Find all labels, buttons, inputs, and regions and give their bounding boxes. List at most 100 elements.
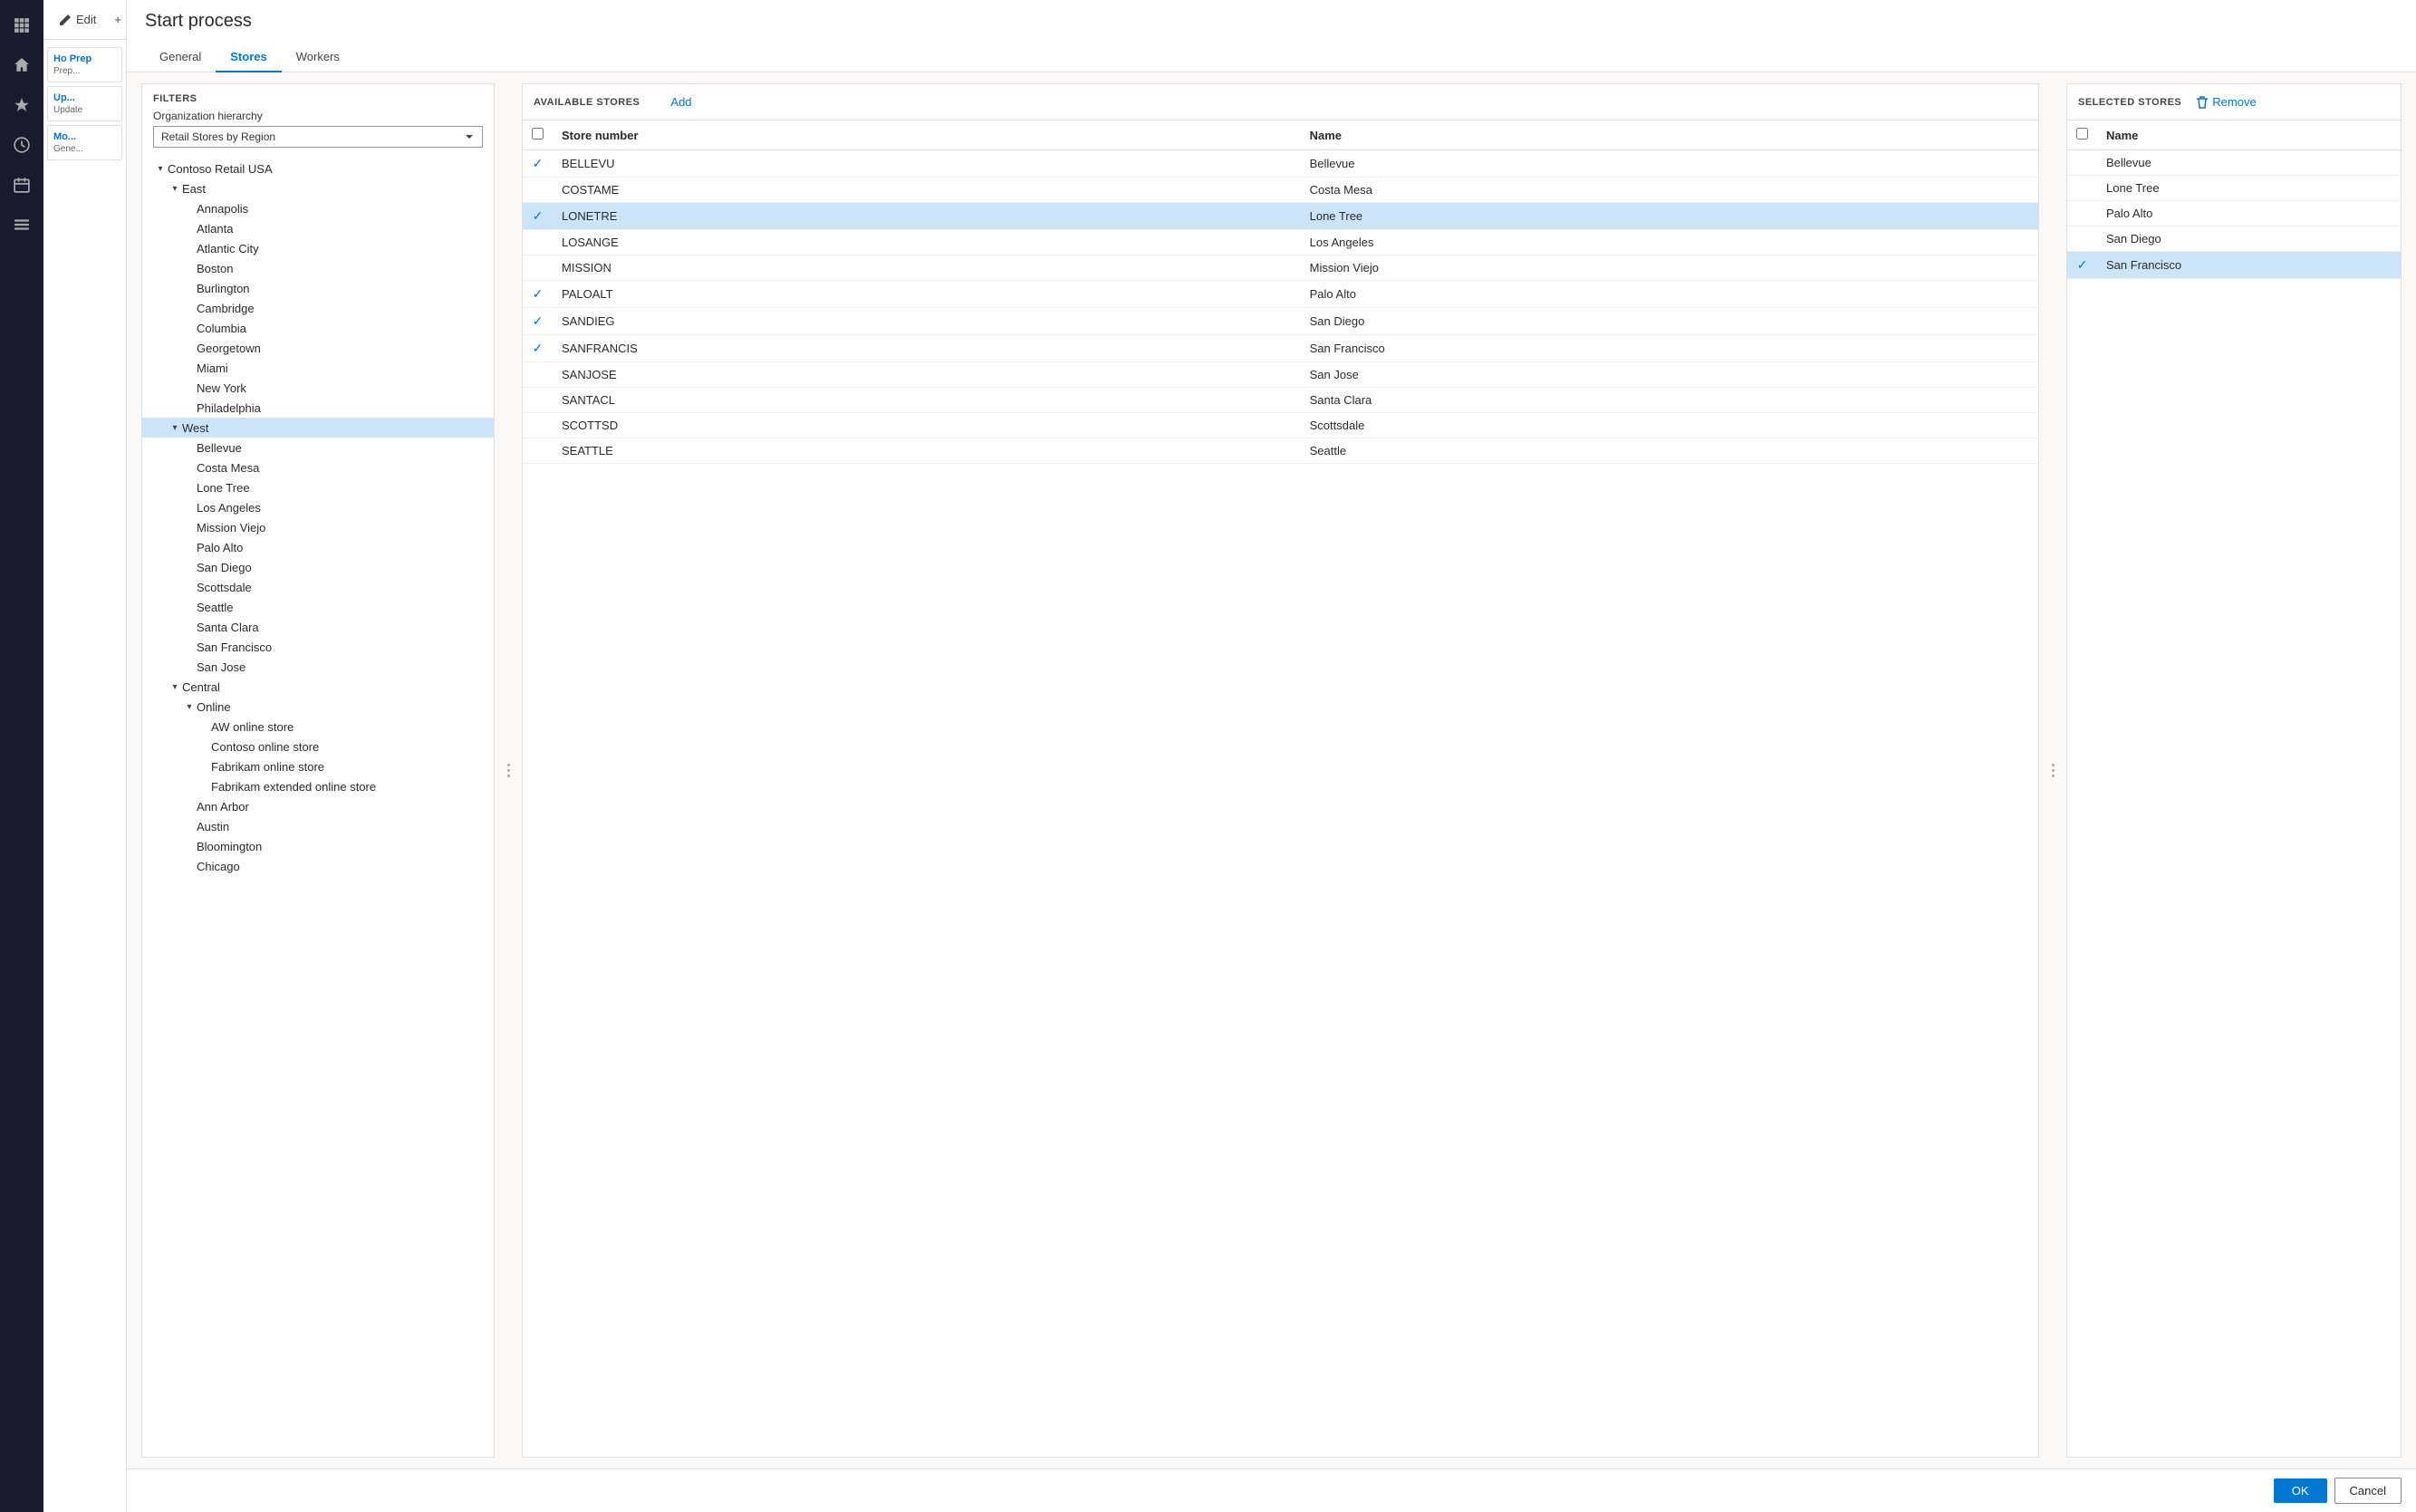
tree-item[interactable]: Bellevue <box>142 438 494 457</box>
tree-item[interactable]: Columbia <box>142 318 494 338</box>
sidebar-item-up[interactable]: Up... Update <box>47 86 122 121</box>
tree-item[interactable]: Santa Clara <box>142 617 494 637</box>
tree-item[interactable]: Scottsdale <box>142 577 494 597</box>
available-store-row[interactable]: COSTAMECosta Mesa <box>523 178 2038 203</box>
tree-item[interactable]: Lone Tree <box>142 477 494 497</box>
row-check-cell <box>523 413 553 438</box>
selected-store-row[interactable]: Lone Tree <box>2067 176 2401 201</box>
available-stores-table: Store number Name ✓BELLEVUBellevueCOSTAM… <box>523 120 2038 464</box>
tree-item[interactable]: Atlantic City <box>142 238 494 258</box>
tree-item[interactable]: Georgetown <box>142 338 494 358</box>
available-store-row[interactable]: ✓SANFRANCISSan Francisco <box>523 335 2038 362</box>
tree-item[interactable]: Los Angeles <box>142 497 494 517</box>
selected-store-row[interactable]: San Diego <box>2067 226 2401 252</box>
tree-item[interactable]: AW online store <box>142 717 494 737</box>
app-launcher-icon[interactable] <box>4 7 40 43</box>
tab-stores[interactable]: Stores <box>216 43 281 72</box>
tree-item[interactable]: Annapolis <box>142 198 494 218</box>
selected-store-row[interactable]: Bellevue <box>2067 150 2401 176</box>
tree-item[interactable]: Philadelphia <box>142 398 494 418</box>
store-number-cell: SANJOSE <box>553 362 1301 388</box>
row-check-cell <box>523 178 553 203</box>
store-number-cell: SANFRANCIS <box>553 335 1301 362</box>
tree-item[interactable]: Austin <box>142 816 494 836</box>
tree-item[interactable]: Palo Alto <box>142 537 494 557</box>
available-store-row[interactable]: SANJOSESan Jose <box>523 362 2038 388</box>
tree-expand-icon: ▾ <box>153 161 168 176</box>
row-check-cell: ✓ <box>523 281 553 308</box>
selected-store-row[interactable]: Palo Alto <box>2067 201 2401 226</box>
store-number-cell: COSTAME <box>553 178 1301 203</box>
tree-item[interactable]: New York <box>142 378 494 398</box>
tree-item[interactable]: Costa Mesa <box>142 457 494 477</box>
tree-item[interactable]: Contoso online store <box>142 737 494 756</box>
add-stores-button[interactable]: Add <box>647 91 698 112</box>
selected-store-row[interactable]: ✓San Francisco <box>2067 252 2401 279</box>
sel-select-all-checkbox[interactable] <box>2076 128 2088 140</box>
tree-item-label: Atlanta <box>197 222 233 236</box>
store-name-cell: Seattle <box>1301 438 2038 464</box>
store-name-cell: Mission Viejo <box>1301 255 2038 281</box>
home-icon[interactable] <box>4 47 40 83</box>
tree-item[interactable]: San Jose <box>142 657 494 677</box>
tab-workers[interactable]: Workers <box>282 43 354 72</box>
menu-icon[interactable] <box>4 207 40 243</box>
org-dropdown[interactable]: Retail Stores by Region <box>153 126 483 148</box>
available-store-row[interactable]: SEATTLESeattle <box>523 438 2038 464</box>
favorites-icon[interactable] <box>4 87 40 123</box>
ok-button[interactable]: OK <box>2274 1478 2327 1503</box>
tree-item[interactable]: Atlanta <box>142 218 494 238</box>
recent-icon[interactable] <box>4 127 40 163</box>
add-label: Add <box>670 95 691 109</box>
row-check-cell: ✓ <box>523 308 553 335</box>
available-store-row[interactable]: ✓SANDIEGSan Diego <box>523 308 2038 335</box>
tree-item[interactable]: ▾West <box>142 418 494 438</box>
tree-item[interactable]: Cambridge <box>142 298 494 318</box>
tree-item[interactable]: Fabrikam extended online store <box>142 776 494 796</box>
tree-item[interactable]: ▾Online <box>142 697 494 717</box>
store-name-cell: Scottsdale <box>1301 413 2038 438</box>
tree-item[interactable]: Seattle <box>142 597 494 617</box>
tree-item[interactable]: Fabrikam online store <box>142 756 494 776</box>
available-store-row[interactable]: ✓BELLEVUBellevue <box>523 150 2038 178</box>
select-all-checkbox[interactable] <box>532 128 544 140</box>
add-button[interactable]: + <box>107 9 127 30</box>
tree-item-label: Cambridge <box>197 302 255 315</box>
available-store-row[interactable]: MISSIONMission Viejo <box>523 255 2038 281</box>
selected-stores-panel: SELECTED STORES Remove Name <box>2066 83 2402 1458</box>
tree-item[interactable]: Mission Viejo <box>142 517 494 537</box>
tree-item[interactable]: Miami <box>142 358 494 378</box>
tree-item[interactable]: Chicago <box>142 856 494 876</box>
tree-item-label: Burlington <box>197 282 250 295</box>
available-store-row[interactable]: ✓LONETRELone Tree <box>523 203 2038 230</box>
tree-item[interactable]: ▾Central <box>142 677 494 697</box>
tree-item-label: Fabrikam extended online store <box>211 780 376 794</box>
edit-button[interactable]: Edit <box>51 9 103 31</box>
tab-general[interactable]: General <box>145 43 216 72</box>
sidebar-item-mo[interactable]: Mo... Gene... <box>47 125 122 160</box>
tree-item[interactable]: Boston <box>142 258 494 278</box>
content-header: Start process General Stores Workers <box>127 0 2416 72</box>
sidebar-item-ho-prep[interactable]: Ho Prep Prep... <box>47 47 122 82</box>
calendar-icon[interactable] <box>4 167 40 203</box>
sel-store-name-cell: Lone Tree <box>2097 176 2401 201</box>
tree-item-label: Atlantic City <box>197 242 259 255</box>
available-store-row[interactable]: ✓PALOALTPalo Alto <box>523 281 2038 308</box>
remove-stores-button[interactable]: Remove <box>2189 91 2263 112</box>
available-store-row[interactable]: SCOTTSDScottsdale <box>523 413 2038 438</box>
sidebar-item-label: Mo... <box>53 131 116 142</box>
tree-item[interactable]: Ann Arbor <box>142 796 494 816</box>
selected-stores-header: SELECTED STORES Remove <box>2067 84 2401 120</box>
available-store-row[interactable]: SANTACLSanta Clara <box>523 388 2038 413</box>
tree-item[interactable]: San Diego <box>142 557 494 577</box>
tree-item[interactable]: Bloomington <box>142 836 494 856</box>
store-name-cell: Los Angeles <box>1301 230 2038 255</box>
tree-item[interactable]: ▾East <box>142 178 494 198</box>
tree-item[interactable]: ▾Contoso Retail USA <box>142 159 494 178</box>
available-store-row[interactable]: LOSANGELos Angeles <box>523 230 2038 255</box>
check-icon: ✓ <box>533 313 544 328</box>
cancel-button[interactable]: Cancel <box>2334 1478 2402 1504</box>
tree-item[interactable]: San Francisco <box>142 637 494 657</box>
tree-item[interactable]: Burlington <box>142 278 494 298</box>
store-name-cell: Palo Alto <box>1301 281 2038 308</box>
